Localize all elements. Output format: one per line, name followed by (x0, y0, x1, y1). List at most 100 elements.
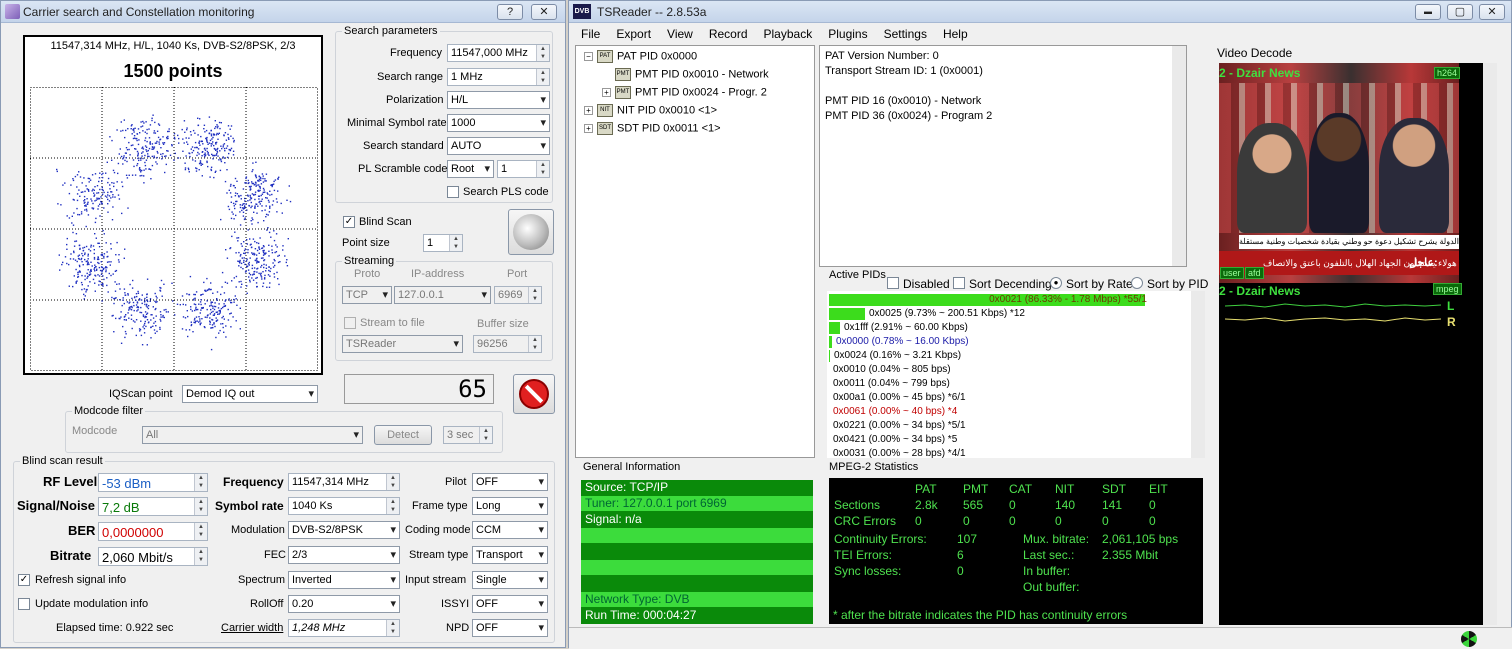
modcode-select[interactable]: All (142, 426, 363, 444)
tree-item[interactable]: PMT PMT PID 0x0010 - Network (602, 68, 769, 81)
stream-type-select[interactable]: Transport (472, 546, 548, 564)
symbol-rate-spinner[interactable]: ▲ ▼ (386, 498, 399, 514)
search-range-spinner[interactable]: ▲ ▼ (536, 69, 549, 85)
menu-item-export[interactable]: Export (616, 27, 651, 41)
menu-item-view[interactable]: View (667, 27, 693, 41)
port-input[interactable]: 6969 ▲ ▼ (494, 286, 542, 304)
constellation-point (66, 262, 68, 265)
blind-scan-checkbox[interactable]: ✓ (343, 216, 355, 228)
refresh-signal-checkbox[interactable]: ✓ (18, 574, 30, 586)
tree-item[interactable]: + SDT SDT PID 0x0011 <1> (584, 122, 721, 135)
menu-item-settings[interactable]: Settings (884, 27, 927, 41)
menu-item-help[interactable]: Help (943, 27, 968, 41)
point-size-spinner[interactable]: ▲ ▼ (449, 235, 462, 251)
bitrate-spinner[interactable]: ▲ ▼ (194, 548, 207, 565)
buffer-size-spinner[interactable]: ▲ ▼ (528, 336, 541, 352)
tree-item[interactable]: + NIT NIT PID 0x0010 <1> (584, 104, 717, 117)
detect-interval-spinner[interactable]: ▲ ▼ (479, 427, 492, 443)
list-item[interactable]: 0x0221 (0.00% ~ 34 bps) *5/1 (829, 420, 966, 433)
detail-scrollbar[interactable] (1172, 46, 1186, 266)
modulation-select[interactable]: DVB-S2/8PSK (288, 521, 400, 539)
constellation-point (98, 284, 100, 286)
list-item[interactable]: 0x0000 (0.78% ~ 16.00 Kbps) (829, 336, 969, 349)
list-item[interactable]: 0x0061 (0.00% ~ 40 bps) *4 (829, 406, 957, 419)
list-item[interactable]: 0x0031 (0.00% ~ 28 bps) *4/1 (829, 448, 966, 458)
proto-select[interactable]: TCP (342, 286, 392, 304)
tree-expander-icon[interactable]: − (584, 52, 593, 61)
frequency-input[interactable]: 11547,000 MHz ▲ ▼ (447, 44, 550, 62)
search-pls-checkbox[interactable] (447, 186, 459, 198)
min-symbol-rate-select[interactable]: 1000 (447, 114, 550, 132)
carrier-width-spinner[interactable]: ▲ ▼ (386, 620, 399, 636)
rolloff-select[interactable]: 0.20 (288, 595, 400, 613)
constellation-point (207, 143, 209, 145)
pl-scramble-mode-select[interactable]: Root (447, 160, 494, 178)
issyi-select[interactable]: OFF (472, 595, 548, 613)
list-item[interactable]: 0x0024 (0.16% ~ 3.21 Kbps) (829, 350, 961, 363)
detect-interval-input[interactable]: 3 sec ▲ ▼ (443, 426, 493, 444)
menu-item-record[interactable]: Record (709, 27, 748, 41)
constellation-point (115, 254, 117, 256)
ip-address-select[interactable]: 127.0.0.1 (394, 286, 491, 304)
tree-expander-icon[interactable]: + (602, 88, 611, 97)
tree-expander-icon[interactable]: + (584, 106, 593, 115)
detect-button[interactable]: Detect (374, 425, 432, 445)
minimize-button[interactable]: ▬ (1415, 4, 1441, 20)
npd-select[interactable]: OFF (472, 619, 548, 637)
title-bar[interactable]: Carrier search and Constellation monitor… (1, 1, 565, 23)
list-item[interactable]: 0x0011 (0.04% ~ 799 bps) (829, 378, 950, 391)
menu-item-file[interactable]: File (581, 27, 600, 41)
list-item[interactable]: 0x0421 (0.00% ~ 34 bps) *5 (829, 434, 957, 447)
frequency-spinner[interactable]: ▲ ▼ (536, 45, 549, 61)
search-standard-select[interactable]: AUTO (447, 137, 550, 155)
pids-scrollbar[interactable] (1191, 291, 1205, 458)
pl-value-spinner[interactable]: ▲ ▼ (536, 161, 549, 177)
list-item[interactable]: 0x0010 (0.04% ~ 805 bps) (829, 364, 951, 377)
close-button[interactable]: ✕ (531, 4, 557, 20)
list-item[interactable]: 0x1fff (2.91% ~ 60.00 Kbps) (829, 322, 968, 335)
iq-scan-select[interactable]: Demod IQ out (182, 385, 318, 403)
point-size-input[interactable]: 1 ▲ ▼ (423, 234, 463, 252)
help-button[interactable]: ? (497, 4, 523, 20)
input-stream-select[interactable]: Single (472, 571, 548, 589)
sort-by-rate-radio[interactable]: ● (1050, 277, 1062, 289)
update-modulation-checkbox[interactable] (18, 598, 30, 610)
search-range-input[interactable]: 1 MHz ▲ ▼ (447, 68, 550, 86)
spectrum-select[interactable]: Inverted (288, 571, 400, 589)
tsreader-title-bar[interactable]: DVB TSReader -- 2.8.53a ▬ ▢ ✕ (569, 1, 1511, 23)
stream-file-select[interactable]: TSReader (342, 335, 463, 353)
list-item[interactable]: 0x0021 (86.33% - 1.78 Mbps) *55/1 (829, 294, 1147, 307)
constellation-point (124, 315, 126, 318)
maximize-button[interactable]: ▢ (1447, 4, 1473, 20)
sort-by-pid-radio[interactable] (1131, 277, 1143, 289)
stop-button[interactable] (513, 374, 555, 414)
list-item[interactable]: 0x00a1 (0.00% ~ 45 bps) *6/1 (829, 392, 966, 405)
rf-level-spinner[interactable]: ▲ ▼ (194, 474, 207, 491)
fec-select[interactable]: 2/3 (288, 546, 400, 564)
sort-decending-checkbox[interactable] (953, 277, 965, 289)
result-frequency-spinner[interactable]: ▲ ▼ (386, 474, 399, 490)
constellation-point (133, 129, 135, 131)
stream-to-file-checkbox[interactable] (344, 317, 356, 329)
tsreader-close-button[interactable]: ✕ (1479, 4, 1505, 20)
ber-spinner[interactable]: ▲ ▼ (194, 523, 207, 540)
polarization-select[interactable]: H/L (447, 91, 550, 109)
menu-item-playback[interactable]: Playback (764, 27, 813, 41)
menu-item-plugins[interactable]: Plugins (828, 27, 867, 41)
tree-item[interactable]: − PAT PAT PID 0x0000 (584, 50, 697, 63)
signal-noise-spinner[interactable]: ▲ ▼ (194, 498, 207, 515)
pilot-select[interactable]: OFF (472, 473, 548, 491)
buffer-size-input[interactable]: 96256 ▲ ▼ (473, 335, 542, 353)
frame-type-select[interactable]: Long (472, 497, 548, 515)
tree-expander-icon[interactable]: + (584, 124, 593, 133)
coding-mode-select[interactable]: CCM (472, 521, 548, 539)
satellite-dish-button[interactable] (508, 209, 554, 255)
list-item[interactable]: 0x0025 (9.73% ~ 200.51 Kbps) *12 (829, 308, 1025, 321)
tree-item[interactable]: + PMT PMT PID 0x0024 - Progr. 2 (602, 86, 767, 99)
constellation-point (246, 265, 249, 267)
constellation-point (99, 172, 101, 174)
pl-scramble-value-input[interactable]: 1 ▲ ▼ (497, 160, 550, 178)
disabled-checkbox[interactable] (887, 277, 899, 289)
port-spinner[interactable]: ▲ ▼ (528, 287, 541, 303)
video-scrollbar[interactable] (1483, 63, 1497, 625)
